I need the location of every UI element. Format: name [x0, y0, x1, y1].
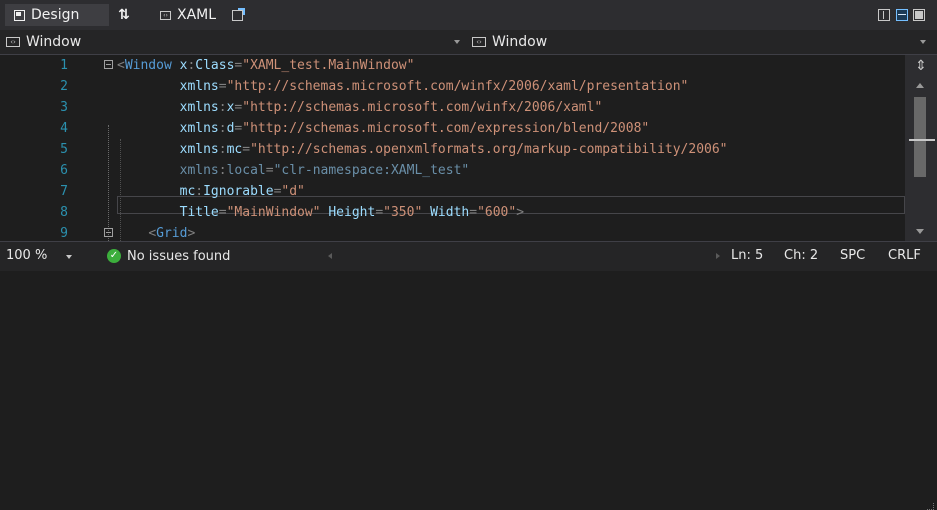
- scroll-right-icon[interactable]: [716, 253, 720, 259]
- member-scope-dropdown[interactable]: ‹› Window: [472, 32, 932, 52]
- code-line[interactable]: 3 xmlns:x="http://schemas.microsoft.com/…: [0, 97, 905, 118]
- line-number: 5: [60, 142, 68, 157]
- code-text: mc:Ignorable="d": [179, 184, 305, 199]
- code-text: xmlns:d="http://schemas.microsoft.com/ex…: [179, 121, 650, 136]
- split-editor-icon[interactable]: ⇕: [913, 58, 929, 74]
- element-scope-dropdown[interactable]: ‹› Window: [6, 32, 466, 52]
- chevron-down-icon: [454, 40, 460, 44]
- code-text: xmlns:x="http://schemas.microsoft.com/wi…: [179, 100, 603, 115]
- collapse-pane-button[interactable]: [913, 9, 925, 21]
- line-indicator[interactable]: Ln: 5: [731, 247, 763, 265]
- line-number: 9: [60, 226, 68, 241]
- element-scope-label: Window: [26, 34, 82, 50]
- vertical-split-button[interactable]: [878, 9, 890, 21]
- popout-icon: [231, 7, 245, 21]
- code-line[interactable]: 9 <Grid>: [0, 223, 905, 241]
- editor-status-bar: 100 % ✓ No issues found Ln: 5 Ch: 2 SPC …: [0, 241, 937, 510]
- tab-xaml[interactable]: ‹› XAML: [160, 4, 216, 26]
- code-line[interactable]: 7 mc:Ignorable="d": [0, 181, 905, 202]
- scroll-down-icon[interactable]: [916, 229, 924, 234]
- element-icon: ‹›: [472, 37, 486, 47]
- scrollbar-thumb[interactable]: [914, 97, 926, 177]
- designer-tab-bar: Design ⇅ ‹› XAML: [0, 0, 937, 30]
- zoom-dropdown[interactable]: 100 %: [6, 247, 74, 265]
- code-line[interactable]: 6 xmlns:local="clr-namespace:XAML_test": [0, 160, 905, 181]
- code-line[interactable]: 8 Title="MainWindow" Height="350" Width=…: [0, 202, 905, 223]
- whitespace-indicator[interactable]: SPC: [840, 247, 865, 265]
- caret-position-marker: [909, 139, 935, 141]
- xaml-code-editor[interactable]: 1 <Window x:Class="XAML_test.MainWindow"…: [0, 55, 905, 241]
- resize-grip-icon[interactable]: [924, 500, 934, 510]
- swap-icon: ⇅: [118, 7, 130, 23]
- line-number: 7: [60, 184, 68, 199]
- navigation-bar: ‹› Window ‹› Window: [0, 30, 937, 55]
- line-number: 3: [60, 100, 68, 115]
- check-circle-icon: ✓: [107, 249, 121, 263]
- code-line[interactable]: 4 xmlns:d="http://schemas.microsoft.com/…: [0, 118, 905, 139]
- scroll-left-icon[interactable]: [328, 253, 332, 259]
- scroll-up-icon[interactable]: [916, 83, 924, 88]
- code-text: xmlns="http://schemas.microsoft.com/winf…: [179, 79, 689, 94]
- issues-indicator[interactable]: ✓ No issues found: [107, 247, 230, 265]
- chevron-down-icon: [66, 255, 72, 259]
- line-number: 8: [60, 205, 68, 220]
- zoom-level: 100 %: [6, 248, 48, 263]
- design-view-icon: [14, 9, 25, 21]
- code-text: xmlns:local="clr-namespace:XAML_test": [179, 163, 470, 178]
- line-ending-indicator[interactable]: CRLF: [888, 247, 921, 265]
- column-indicator[interactable]: Ch: 2: [784, 247, 818, 265]
- collapse-icon[interactable]: [104, 228, 113, 237]
- code-line[interactable]: 5 xmlns:mc="http://schemas.openxmlformat…: [0, 139, 905, 160]
- collapse-icon[interactable]: [104, 60, 113, 69]
- swap-panes-button[interactable]: ⇅: [112, 4, 134, 26]
- code-line[interactable]: 2 xmlns="http://schemas.microsoft.com/wi…: [0, 76, 905, 97]
- code-text: <Window x:Class="XAML_test.MainWindow": [117, 58, 415, 73]
- line-number: 4: [60, 121, 68, 136]
- code-line[interactable]: 1 <Window x:Class="XAML_test.MainWindow": [0, 55, 905, 76]
- code-text: xmlns:mc="http://schemas.openxmlformats.…: [179, 142, 728, 157]
- tab-design-label: Design: [31, 7, 80, 23]
- line-number: 1: [60, 58, 68, 73]
- code-text: Title="MainWindow" Height="350" Width="6…: [179, 205, 525, 220]
- chevron-down-icon: [920, 40, 926, 44]
- horizontal-split-button[interactable]: [896, 9, 908, 21]
- tab-xaml-label: XAML: [177, 7, 217, 23]
- issues-label: No issues found: [127, 248, 231, 264]
- line-number: 6: [60, 163, 68, 178]
- xaml-icon: ‹›: [160, 10, 171, 20]
- line-number: 2: [60, 79, 68, 94]
- element-icon: ‹›: [6, 37, 20, 47]
- member-scope-label: Window: [492, 34, 548, 50]
- tab-design[interactable]: Design: [5, 4, 109, 26]
- vertical-scrollbar[interactable]: ⇕: [905, 55, 937, 241]
- code-text: <Grid>: [148, 226, 196, 241]
- popout-xaml-button[interactable]: [230, 4, 245, 26]
